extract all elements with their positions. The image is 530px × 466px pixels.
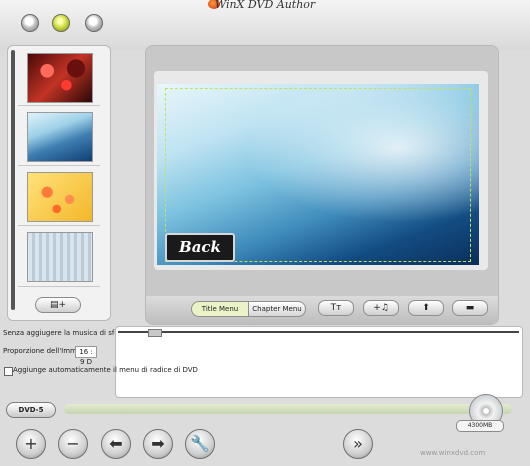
music-timeline-area <box>115 326 523 398</box>
arrow-right-icon: ➡ <box>151 434 165 453</box>
add-text-button[interactable]: Tт <box>318 300 354 316</box>
arrow-up-icon: ⬆ <box>422 303 430 313</box>
template-scrollbar[interactable] <box>11 50 15 310</box>
move-up-button[interactable]: ⬆ <box>408 300 444 316</box>
divider <box>18 165 100 166</box>
preview-toolbar: Title Menu Chapter Menu Tт +♫ ⬆ ▬ <box>146 296 498 324</box>
music-slider-handle[interactable] <box>148 329 162 337</box>
website-label: www.winxdvd.com <box>420 449 486 457</box>
start-burn-button[interactable]: » <box>343 429 373 459</box>
tab-title-menu[interactable]: Title Menu <box>191 301 249 317</box>
settings-button[interactable]: 🔧 <box>185 429 215 459</box>
fast-forward-icon: » <box>353 434 363 453</box>
close-window-button[interactable] <box>21 14 39 32</box>
add-music-button[interactable]: +♫ <box>363 300 399 316</box>
add-file-button[interactable]: + <box>16 429 46 459</box>
dvd-type-selector[interactable]: DVD-5 <box>6 402 56 418</box>
line-icon: ▬ <box>465 303 475 313</box>
previous-step-button[interactable]: ⬅ <box>101 429 131 459</box>
template-thumbnail-icy-forest[interactable] <box>27 232 93 282</box>
menu-preview-panel: Back Title Menu Chapter Menu Tт +♫ ⬆ ▬ <box>145 45 499 325</box>
wrench-icon: 🔧 <box>190 434 210 453</box>
menu-back-button[interactable]: Back <box>165 233 235 262</box>
divider <box>18 105 100 106</box>
auto-root-menu-label: Aggiunge automaticamente il menu di radi… <box>13 366 198 374</box>
disc-capacity-label: 4300MB <box>456 420 504 432</box>
line-tool-button[interactable]: ▬ <box>452 300 488 316</box>
remove-file-button[interactable]: − <box>58 429 88 459</box>
divider <box>18 286 100 287</box>
add-menu-icon: ▤+ <box>49 300 67 310</box>
divider <box>18 225 100 226</box>
tab-chapter-menu[interactable]: Chapter Menu <box>248 301 306 317</box>
background-music-label: Senza aggiugere la musica di sfondo <box>3 329 132 337</box>
template-thumbnail-red-flowers[interactable] <box>27 53 93 103</box>
aspect-ratio-select[interactable]: 16 : 9 D <box>75 346 97 366</box>
text-icon: Tт <box>330 303 342 313</box>
music-slider-track[interactable] <box>118 329 519 337</box>
minus-icon: − <box>66 434 80 453</box>
title-bar: WinX DVD Author <box>0 0 530 50</box>
add-menu-button[interactable]: ▤+ <box>35 297 81 313</box>
plus-icon: + <box>24 434 38 453</box>
maximize-window-button[interactable] <box>85 14 103 32</box>
template-thumbnail-yellow-flowers[interactable] <box>27 172 93 222</box>
menu-preview-canvas[interactable]: Back <box>157 84 479 265</box>
auto-root-menu-checkbox[interactable] <box>4 367 13 376</box>
template-thumbnail-blue-wave[interactable] <box>27 112 93 162</box>
music-note-icon: +♫ <box>373 303 389 313</box>
disc-capacity-bar <box>64 404 512 414</box>
next-step-button[interactable]: ➡ <box>143 429 173 459</box>
arrow-left-icon: ⬅ <box>109 434 123 453</box>
app-title: WinX DVD Author <box>214 0 316 11</box>
minimize-window-button[interactable] <box>52 14 70 32</box>
menu-template-panel: ▤+ <box>7 45 111 321</box>
